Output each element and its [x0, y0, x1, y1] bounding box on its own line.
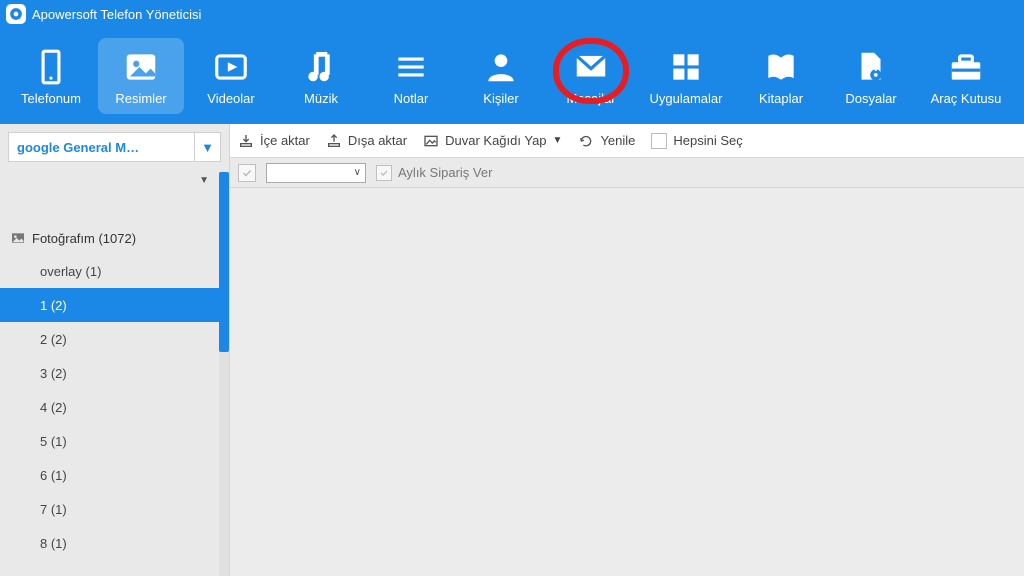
app-title: Apowersoft Telefon Yöneticisi — [32, 7, 201, 22]
nav-label: Uygulamalar — [650, 91, 723, 106]
video-icon — [212, 47, 250, 87]
nav-kisiler[interactable]: Kişiler — [458, 38, 544, 114]
toolbar-label: İçe aktar — [260, 133, 310, 148]
chevron-down-icon: ∨ — [354, 167, 361, 178]
tree-item[interactable]: 7 (1) — [0, 492, 229, 526]
title-bar: Apowersoft Telefon Yöneticisi — [0, 0, 1024, 28]
tree-item[interactable]: 4 (2) — [0, 390, 229, 424]
tree-item[interactable]: 5 (1) — [0, 424, 229, 458]
tree-item[interactable]: 2 (2) — [0, 322, 229, 356]
tree-header-label: Fotoğrafım (1072) — [32, 231, 136, 246]
music-icon — [302, 47, 340, 87]
sort-select[interactable]: ∨ — [266, 163, 366, 183]
chevron-down-icon: ▼ — [194, 133, 220, 161]
toolbar-label: Yenile — [600, 133, 635, 148]
tree-item-label: 7 (1) — [40, 502, 67, 517]
picture-icon — [122, 47, 160, 87]
export-button[interactable]: Dışa aktar — [326, 133, 407, 149]
sidebar-collapse-toggle[interactable]: ▼ — [0, 170, 229, 190]
refresh-button[interactable]: Yenile — [578, 133, 635, 149]
tree-item[interactable]: 1 (2) — [0, 288, 229, 322]
logo-icon — [9, 7, 23, 21]
import-icon — [238, 133, 254, 149]
files-icon — [852, 47, 890, 87]
tree-item-label: overlay (1) — [40, 264, 101, 279]
tree-item-label: 2 (2) — [40, 332, 67, 347]
nav-arackutusu[interactable]: Araç Kutusu — [918, 38, 1014, 114]
select-all-button[interactable]: Hepsini Seç — [651, 133, 742, 149]
import-button[interactable]: İçe aktar — [238, 133, 310, 149]
chevron-down-icon: ▼ — [199, 175, 209, 186]
books-icon — [762, 47, 800, 87]
nav-label: Kitaplar — [759, 91, 803, 106]
nav-label: Dosyalar — [845, 91, 896, 106]
tree-item-label: 3 (2) — [40, 366, 67, 381]
contacts-icon — [482, 47, 520, 87]
refresh-icon — [578, 133, 594, 149]
nav-muzik[interactable]: Müzik — [278, 38, 364, 114]
check-icon — [379, 168, 389, 178]
tree-item-label: 1 (2) — [40, 298, 67, 313]
tree-header[interactable]: Fotoğrafım (1072) — [0, 222, 229, 254]
monthly-order-toggle[interactable]: Aylık Sipariş Ver — [376, 165, 492, 181]
toolbox-icon — [947, 47, 985, 87]
select-all-checkbox[interactable] — [238, 164, 256, 182]
nav-kitaplar[interactable]: Kitaplar — [738, 38, 824, 114]
nav-label: Telefonum — [21, 91, 81, 106]
check-icon — [241, 167, 253, 179]
device-selector[interactable]: google General M… ▼ — [8, 132, 221, 162]
nav-uygulamalar[interactable]: Uygulamalar — [638, 38, 734, 114]
folder-tree: Fotoğrafım (1072) overlay (1) 1 (2) 2 (2) 3… — [0, 222, 229, 560]
tree-item[interactable]: 8 (1) — [0, 526, 229, 560]
toolbar-label: Dışa aktar — [348, 133, 407, 148]
tree-item[interactable]: overlay (1) — [0, 254, 229, 288]
thumbnail-viewport[interactable] — [230, 188, 1024, 576]
tree-item[interactable]: 3 (2) — [0, 356, 229, 390]
nav-label: Araç Kutusu — [931, 91, 1002, 106]
wallpaper-icon — [423, 133, 439, 149]
tree-item-label: 4 (2) — [40, 400, 67, 415]
tree-item-label: 8 (1) — [40, 536, 67, 551]
nav-mesajlar[interactable]: Mesajlar — [548, 38, 634, 114]
tree-item-label: 5 (1) — [40, 434, 67, 449]
checkbox-icon — [376, 165, 392, 181]
device-name: google General M… — [17, 140, 139, 155]
messages-icon — [572, 47, 610, 87]
main-area: google General M… ▼ ▼ Fotoğrafım (1072) … — [0, 124, 1024, 576]
nav-notlar[interactable]: Notlar — [368, 38, 454, 114]
nav-label: Mesajlar — [566, 91, 615, 106]
filter-bar: ∨ Aylık Sipariş Ver — [230, 158, 1024, 188]
app-logo — [6, 4, 26, 24]
wallpaper-button[interactable]: Duvar Kağıdı Yap ▼ — [423, 133, 562, 149]
tree-item[interactable]: 6 (1) — [0, 458, 229, 492]
apps-icon — [667, 47, 705, 87]
chevron-down-icon: ▼ — [553, 135, 563, 146]
sidebar: google General M… ▼ ▼ Fotoğrafım (1072) … — [0, 124, 230, 576]
content-area: İçe aktar Dışa aktar Duvar Kağıdı Yap ▼ … — [230, 124, 1024, 576]
notes-icon — [392, 47, 430, 87]
nav-label: Kişiler — [483, 91, 518, 106]
checkbox-icon — [651, 133, 667, 149]
nav-dosyalar[interactable]: Dosyalar — [828, 38, 914, 114]
sidebar-scrollbar[interactable] — [219, 172, 229, 576]
nav-videolar[interactable]: Videolar — [188, 38, 274, 114]
nav-label: Müzik — [304, 91, 338, 106]
nav-resimler[interactable]: Resimler — [98, 38, 184, 114]
picture-icon — [10, 230, 26, 246]
phone-icon — [32, 47, 70, 87]
nav-label: Resimler — [115, 91, 166, 106]
export-icon — [326, 133, 342, 149]
toolbar: İçe aktar Dışa aktar Duvar Kağıdı Yap ▼ … — [230, 124, 1024, 158]
toolbar-label: Hepsini Seç — [673, 133, 742, 148]
nav-label: Videolar — [207, 91, 254, 106]
tree-item-label: 6 (1) — [40, 468, 67, 483]
top-nav: Telefonum Resimler Videolar Müzik Notlar… — [0, 28, 1024, 124]
monthly-order-label: Aylık Sipariş Ver — [398, 165, 492, 180]
nav-label: Notlar — [394, 91, 429, 106]
scrollbar-thumb[interactable] — [219, 172, 229, 352]
nav-telefonum[interactable]: Telefonum — [8, 38, 94, 114]
toolbar-label: Duvar Kağıdı Yap — [445, 133, 546, 148]
